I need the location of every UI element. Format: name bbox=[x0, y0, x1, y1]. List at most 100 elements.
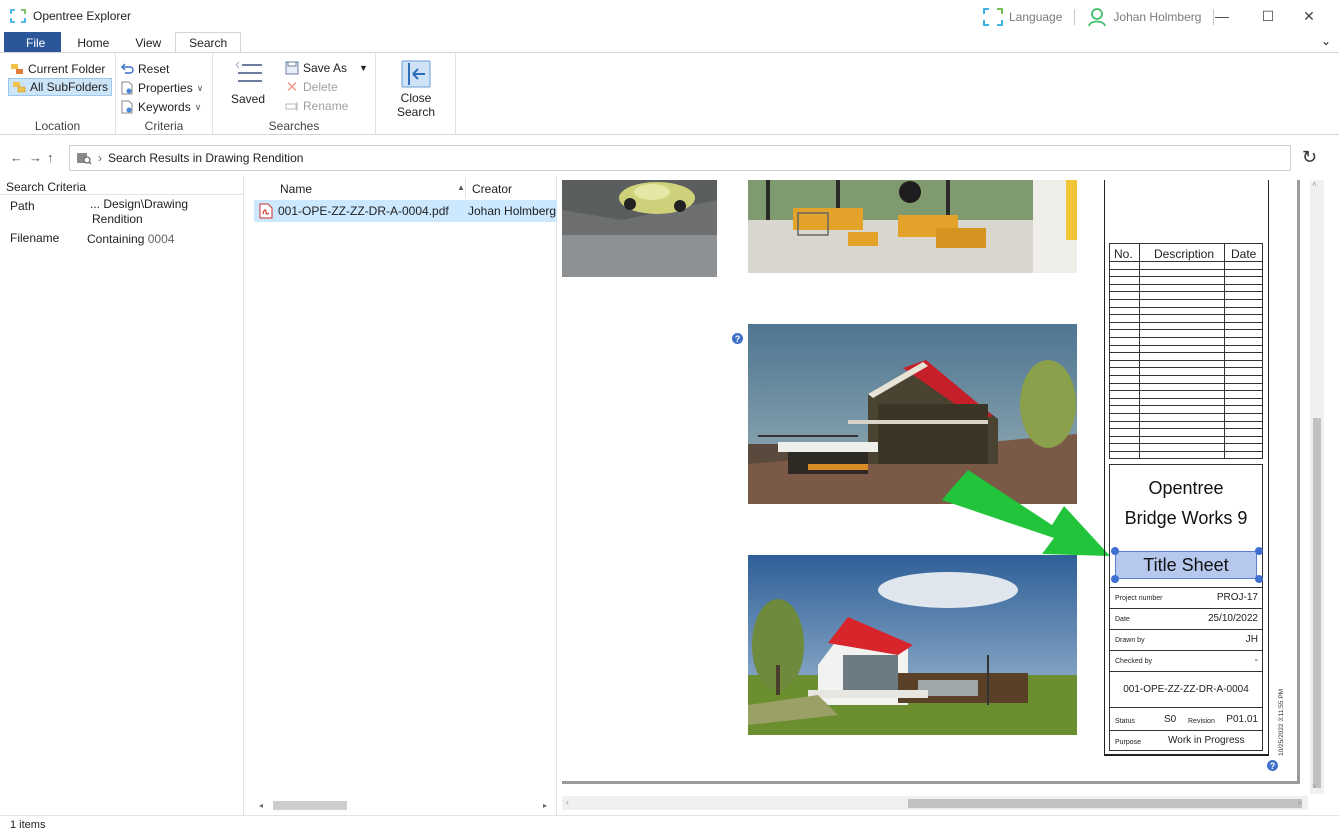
save-as-button[interactable]: Save As ▼ bbox=[285, 59, 368, 77]
ribbon: Current Folder All SubFolders Location R… bbox=[0, 52, 1339, 135]
column-header-name[interactable]: Name bbox=[280, 182, 312, 196]
table-row[interactable]: 001-OPE-ZZ-ZZ-DR-A-0004.pdf Johan Holmbe… bbox=[254, 200, 557, 222]
rename-button[interactable]: Rename bbox=[285, 97, 348, 115]
field-label-drawn-by: Drawn by bbox=[1115, 637, 1145, 644]
info-divider bbox=[1110, 629, 1262, 630]
revision-row-line bbox=[1110, 283, 1262, 285]
close-button[interactable]: ✕ bbox=[1295, 6, 1323, 26]
explorer-window: Opentree Explorer Language Johan Holmber… bbox=[0, 0, 1339, 833]
info-divider bbox=[1110, 707, 1262, 708]
refresh-icon[interactable]: ↻ bbox=[1302, 147, 1317, 168]
back-arrow-icon[interactable]: ← bbox=[10, 150, 23, 165]
forward-arrow-icon[interactable]: → bbox=[29, 150, 42, 165]
scroll-left-icon[interactable]: ‹ bbox=[566, 797, 569, 807]
current-folder-button[interactable]: Current Folder bbox=[10, 60, 105, 78]
info-divider bbox=[1110, 608, 1262, 609]
criteria-value-filename[interactable]: Containing 0004 bbox=[87, 232, 174, 246]
preview-horizontal-scrollbar[interactable]: ‹ › bbox=[562, 796, 1308, 810]
saved-searches-button[interactable]: Saved bbox=[230, 59, 266, 106]
delete-label: Delete bbox=[303, 80, 338, 94]
scroll-up-icon[interactable]: ˄ bbox=[1312, 180, 1317, 189]
preview-vertical-scrollbar[interactable]: ˄ ˅ bbox=[1310, 180, 1324, 794]
revision-row-line bbox=[1110, 359, 1262, 361]
delete-icon: ✕ bbox=[285, 79, 299, 96]
caret-down-icon[interactable]: ▼ bbox=[359, 63, 368, 73]
user-avatar-icon[interactable] bbox=[1087, 7, 1107, 27]
scroll-right-icon[interactable]: ▸ bbox=[543, 801, 547, 810]
column-header-creator[interactable]: Creator bbox=[472, 182, 512, 196]
delete-button[interactable]: ✕ Delete bbox=[285, 78, 338, 96]
current-folder-label: Current Folder bbox=[28, 62, 106, 76]
criteria-value-path[interactable]: ... Design\Drawing bbox=[90, 197, 188, 211]
scroll-down-icon[interactable]: ˅ bbox=[1312, 782, 1317, 791]
user-name[interactable]: Johan Holmberg bbox=[1113, 10, 1201, 24]
help-icon[interactable]: ? bbox=[732, 333, 743, 344]
reset-icon bbox=[121, 63, 134, 74]
resize-handle[interactable] bbox=[1255, 575, 1263, 583]
tab-search[interactable]: Search bbox=[175, 32, 242, 53]
search-criteria-pane: Search Criteria Path ... Design\Drawing … bbox=[0, 176, 244, 816]
file-creator: Johan Holmberg bbox=[468, 204, 557, 218]
properties-dropdown[interactable]: Properties ∨ bbox=[120, 79, 203, 97]
file-list-horizontal-scrollbar[interactable]: ◂ ▸ bbox=[255, 798, 551, 812]
minimize-button[interactable]: — bbox=[1208, 6, 1236, 26]
help-icon[interactable]: ? bbox=[1267, 760, 1278, 771]
language-icon[interactable] bbox=[983, 8, 1003, 26]
title-bar: Opentree Explorer Language Johan Holmber… bbox=[0, 0, 1339, 32]
group-label-searches: Searches bbox=[268, 119, 320, 133]
sheet-title-field[interactable]: Title Sheet bbox=[1115, 551, 1257, 579]
resize-handle[interactable] bbox=[1255, 547, 1263, 555]
collapse-ribbon-icon[interactable]: ⌄ bbox=[1321, 34, 1331, 48]
criteria-value-path-line2[interactable]: Rendition bbox=[92, 212, 143, 226]
search-folder-icon bbox=[77, 153, 92, 165]
revision-row-line bbox=[1110, 321, 1262, 323]
tab-home[interactable]: Home bbox=[61, 32, 123, 53]
revision-row-line bbox=[1110, 435, 1262, 437]
properties-label: Properties bbox=[138, 81, 193, 95]
scrollbar-thumb[interactable] bbox=[908, 799, 1302, 808]
criteria-key-filename: Filename bbox=[10, 231, 60, 245]
title-block: No. Description Date Opentree Bridge Wor… bbox=[1104, 180, 1269, 754]
maximize-button[interactable]: ☐ bbox=[1254, 6, 1282, 26]
company-address: Bridge Works 9 bbox=[1124, 508, 1248, 528]
revision-row-line bbox=[1110, 390, 1262, 392]
close-search-button[interactable]: Close Search bbox=[380, 60, 452, 119]
drawing-sheet[interactable]: ? No. Description Date Opentree Bridge W… bbox=[562, 180, 1297, 781]
criteria-operator: Containing bbox=[87, 232, 145, 246]
reset-button[interactable]: Reset bbox=[120, 60, 169, 78]
up-arrow-icon[interactable]: ↑ bbox=[47, 150, 54, 165]
chevron-down-icon: ∨ bbox=[196, 82, 204, 93]
rename-icon bbox=[285, 102, 298, 111]
keywords-icon bbox=[121, 100, 133, 114]
tab-file[interactable]: File bbox=[4, 32, 62, 53]
address-text[interactable]: Search Results in Drawing Rendition bbox=[108, 151, 303, 165]
column-separator[interactable] bbox=[465, 178, 466, 198]
opentree-logo-icon bbox=[10, 9, 26, 23]
green-arrow-annotation bbox=[942, 470, 1110, 556]
keywords-dropdown[interactable]: Keywords ∨ bbox=[120, 98, 201, 116]
scroll-right-icon[interactable]: › bbox=[1298, 797, 1301, 807]
ribbon-group-close: Close Search bbox=[376, 53, 456, 135]
file-list-pane: Name ▲ Creator 001-OPE-ZZ-ZZ-DR-A-0004.p… bbox=[245, 176, 557, 816]
address-bar[interactable]: › Search Results in Drawing Rendition bbox=[69, 145, 1291, 171]
scrollbar-thumb[interactable] bbox=[273, 801, 347, 810]
all-subfolders-button[interactable]: All SubFolders bbox=[8, 78, 113, 96]
revision-row-line bbox=[1110, 405, 1262, 407]
revision-row-line bbox=[1110, 344, 1262, 346]
language-button[interactable]: Language bbox=[1009, 10, 1062, 24]
status-label: Status bbox=[1115, 718, 1135, 725]
keywords-label: Keywords bbox=[138, 100, 191, 114]
all-subfolders-label: All SubFolders bbox=[30, 80, 109, 94]
revision-row-line bbox=[1110, 428, 1262, 430]
revision-row-line bbox=[1110, 268, 1262, 270]
rev-head-date: Date bbox=[1231, 247, 1257, 261]
scroll-left-icon[interactable]: ◂ bbox=[259, 801, 263, 810]
resize-handle[interactable] bbox=[1111, 575, 1119, 583]
revision-row-line bbox=[1110, 337, 1262, 338]
title-separator bbox=[1074, 9, 1076, 25]
scrollbar-thumb[interactable] bbox=[1313, 418, 1321, 788]
field-label-date: Date bbox=[1115, 616, 1130, 623]
tab-view[interactable]: View bbox=[123, 32, 175, 53]
status-bar: 1 items bbox=[0, 815, 1339, 833]
resize-handle[interactable] bbox=[1111, 547, 1119, 555]
